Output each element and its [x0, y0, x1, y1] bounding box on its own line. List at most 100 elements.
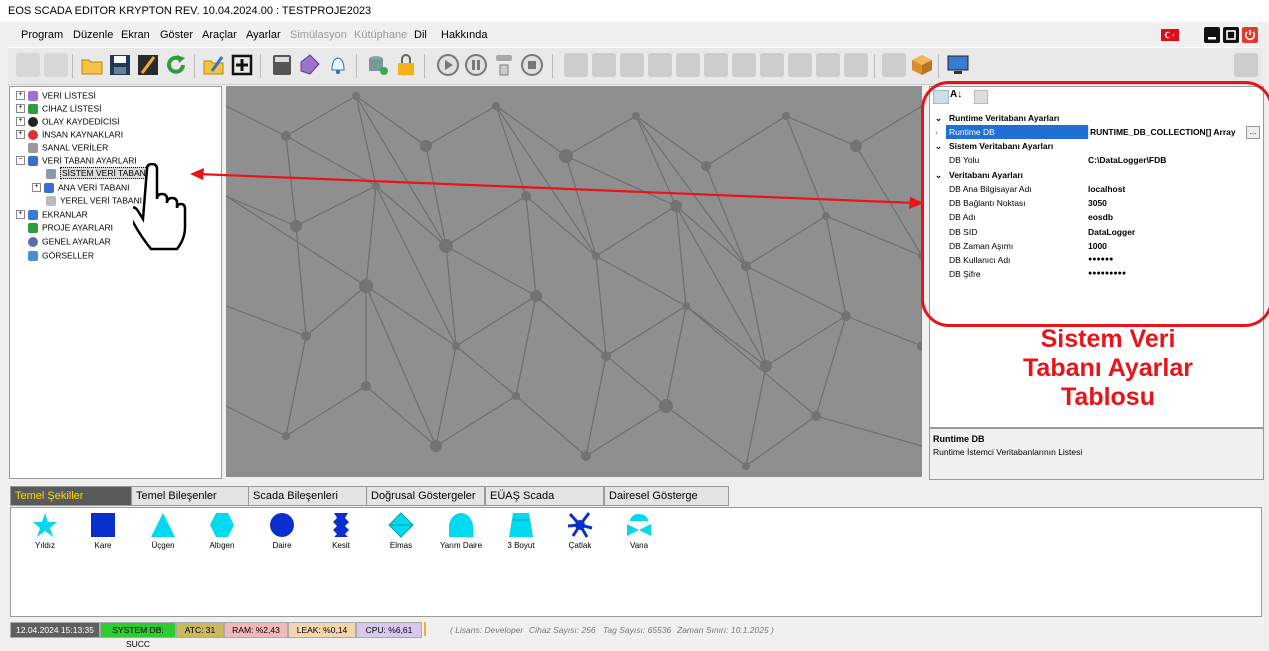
monitor-screen-icon[interactable] [946, 53, 970, 77]
power-close-icon[interactable] [1242, 27, 1258, 43]
menu-program[interactable]: Program [21, 29, 63, 41]
turkish-flag-icon[interactable] [1161, 29, 1179, 41]
align-icon[interactable] [704, 53, 728, 77]
tree-item-label: GÖRSELLER [42, 250, 94, 261]
menu-kutuphane[interactable]: Kütüphane [354, 29, 407, 41]
tree-item-label: PROJE AYARLARI [42, 222, 114, 233]
shape-diamond[interactable]: Elmas [376, 512, 426, 550]
tab-euas-scada[interactable]: EÜAŞ Scada [485, 486, 604, 506]
package-box-icon[interactable] [910, 53, 934, 77]
menu-dil[interactable]: Dil [414, 29, 427, 41]
group-icon[interactable] [788, 53, 812, 77]
menu-simulasyon[interactable]: Simülasyon [290, 29, 347, 41]
half-circle-icon [449, 513, 473, 537]
menu-ayarlar[interactable]: Ayarlar [246, 29, 281, 41]
reset-hand-icon[interactable] [492, 53, 516, 77]
folder-edit-icon[interactable] [202, 53, 226, 77]
tree-item-veri-listesi[interactable]: + VERİ LİSTESİ [16, 89, 96, 102]
tab-scada-bilesenleri[interactable]: Scada Bileşenleri [248, 486, 367, 506]
undo-icon[interactable] [564, 53, 588, 77]
menu-araclar[interactable]: Araçlar [202, 29, 237, 41]
tree-item-genel-ayarlar[interactable]: GENEL AYARLAR [28, 235, 111, 248]
ungroup-icon[interactable] [816, 53, 840, 77]
tree-item-veri-tabani-ayarlari[interactable]: − VERİ TABANI AYARLARI [16, 154, 137, 167]
menu-goster[interactable]: Göster [160, 29, 193, 41]
fit-screen-icon[interactable] [230, 53, 254, 77]
align-left-icon[interactable] [676, 53, 700, 77]
shape-section[interactable]: Kesit [316, 512, 366, 550]
layout-icon[interactable] [882, 53, 906, 77]
tab-temel-bilesenler[interactable]: Temel Bileşenler [131, 486, 250, 506]
stop-icon[interactable] [520, 53, 544, 77]
valve-icon [627, 514, 651, 536]
tree-item-olay-kaydedicisi[interactable]: + OLAY KAYDEDİCİSİ [16, 115, 119, 128]
new-file-icon[interactable] [16, 53, 40, 77]
status-device-count: Cihaz Sayısı: 256 [529, 625, 596, 635]
crack-icon [567, 512, 593, 538]
open-folder-icon[interactable] [80, 53, 104, 77]
shape-star[interactable]: Yıldız [20, 512, 70, 550]
menu-duzenle[interactable]: Düzenle [73, 29, 113, 41]
database-icon [46, 195, 56, 206]
tag-icon[interactable] [298, 53, 322, 77]
tab-dogrusal-gostergeler[interactable]: Doğrusal Göstergeler [366, 486, 485, 506]
menu-ekran[interactable]: Ekran [121, 29, 150, 41]
pause-icon[interactable] [464, 53, 488, 77]
tree-item-gorseller[interactable]: GÖRSELLER [28, 249, 94, 262]
shape-valve[interactable]: Vana [614, 512, 664, 550]
shape-hexagon[interactable]: Altıgen [197, 512, 247, 550]
bring-front-icon[interactable] [732, 53, 756, 77]
tree-item-proje-ayarlari[interactable]: PROJE AYARLARI [28, 221, 113, 234]
tree-item-insan-kaynaklari[interactable]: + İNSAN KAYNAKLARI [16, 128, 123, 141]
design-canvas[interactable] [226, 86, 922, 477]
tree-item-sanal-veriler[interactable]: SANAL VERİLER [28, 141, 108, 154]
tab-dairesel-gosterge[interactable]: Dairesel Gösterge [604, 486, 729, 506]
expand-toggle[interactable]: + [16, 210, 25, 220]
minimize-icon[interactable] [1204, 27, 1220, 43]
expand-toggle[interactable]: + [32, 183, 41, 193]
tree-item-ana-veri-tabani[interactable]: + ANA VERİ TABANI [32, 181, 130, 194]
expand-toggle[interactable]: + [16, 104, 25, 114]
database-settings-icon[interactable] [366, 53, 390, 77]
shape-label: Elmas [389, 541, 413, 550]
tree-item-ekranlar[interactable]: + EKRANLAR [16, 208, 88, 221]
section-icon [333, 513, 349, 537]
shape-crack[interactable]: Çatlak [555, 512, 605, 550]
open-folder-disabled-icon[interactable] [44, 53, 68, 77]
status-tag-count: Tag Sayısı: 65536 [603, 625, 672, 635]
status-leak: LEAK: %0,14 [288, 622, 356, 638]
tab-temel-sekiller[interactable]: Temel Şekiller [10, 486, 132, 506]
expand-toggle[interactable]: + [16, 91, 25, 101]
menu-hakkinda[interactable]: Hakkında [441, 29, 487, 41]
window-title: EOS SCADA EDITOR KRYPTON REV. 10.04.2024… [8, 5, 372, 17]
status-time-limit: Zaman Sınırı: 10.1.2025 ) [677, 625, 774, 635]
shape-triangle[interactable]: Üçgen [138, 512, 188, 550]
camera-icon[interactable] [1234, 53, 1258, 77]
menu-bar: Program Düzenle Ekran Göster Araçlar Aya… [0, 25, 1269, 45]
shape-circle[interactable]: Daire [257, 512, 307, 550]
refresh-icon[interactable] [164, 53, 188, 77]
shape-square[interactable]: Kare [78, 512, 128, 550]
tree-item-label: İNSAN KAYNAKLARI [42, 129, 124, 140]
bell-icon[interactable] [326, 53, 350, 77]
paste-icon[interactable] [648, 53, 672, 77]
play-icon[interactable] [436, 53, 460, 77]
save-as-icon[interactable] [136, 53, 160, 77]
maximize-icon[interactable] [1223, 27, 1239, 43]
send-back-icon[interactable] [760, 53, 784, 77]
shape-3d[interactable]: 3 Boyut [496, 512, 546, 550]
save-icon[interactable] [108, 53, 132, 77]
expand-toggle[interactable]: + [16, 117, 25, 127]
tree-item-yerel-veri-tabani[interactable]: YEREL VERİ TABANI [46, 194, 142, 207]
tree-item-cihaz-listesi[interactable]: + CİHAZ LİSTESİ [16, 102, 102, 115]
list-icon[interactable] [844, 53, 868, 77]
network-background-pattern [226, 86, 922, 477]
expand-toggle[interactable]: + [16, 130, 25, 140]
shape-half-circle[interactable]: Yarım Daire [436, 512, 486, 550]
gear-icon [28, 236, 38, 247]
copy-icon[interactable] [620, 53, 644, 77]
redo-icon[interactable] [592, 53, 616, 77]
security-lock-icon[interactable] [394, 53, 418, 77]
collapse-toggle[interactable]: − [16, 156, 25, 166]
calculator-icon[interactable] [270, 53, 294, 77]
